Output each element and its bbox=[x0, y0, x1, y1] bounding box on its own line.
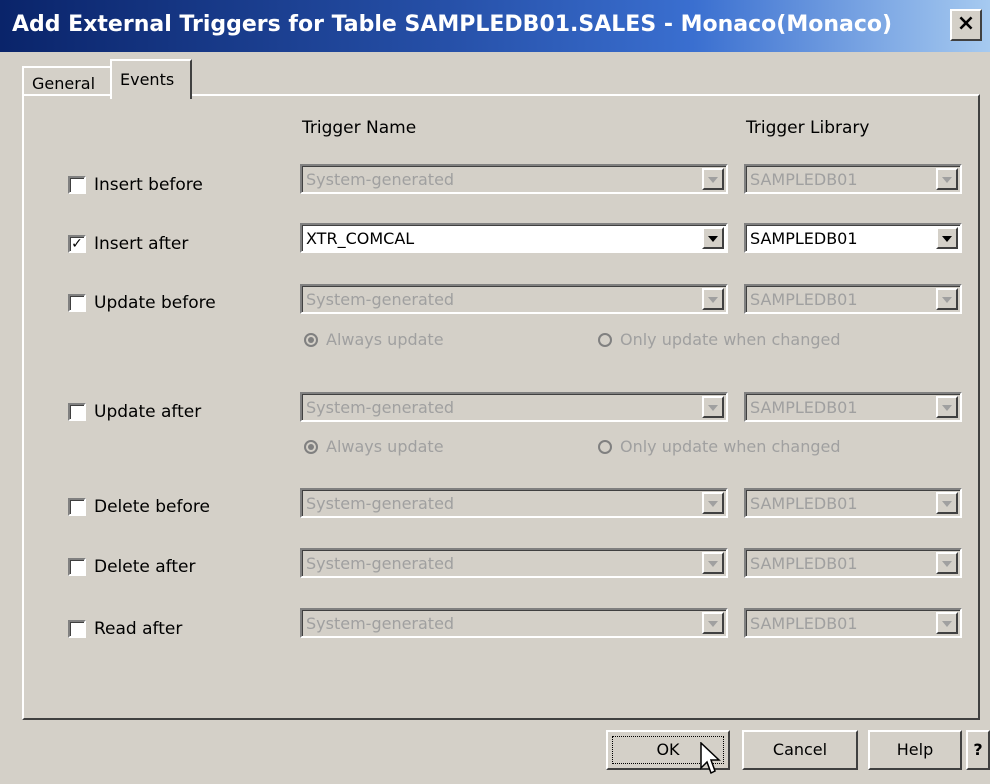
read-after-name-combo[interactable]: System-generated bbox=[300, 608, 728, 638]
chevron-down-icon[interactable] bbox=[702, 227, 724, 249]
update-before-library-value: SAMPLEDB01 bbox=[750, 290, 858, 309]
update-after-only-label: Only update when changed bbox=[620, 437, 841, 456]
insert-after-checkbox[interactable]: ✓ bbox=[68, 235, 86, 253]
update-before-only-label: Only update when changed bbox=[620, 330, 841, 349]
update-before-name-value: System-generated bbox=[306, 290, 455, 309]
context-help-button[interactable]: ? bbox=[966, 730, 990, 770]
delete-after-checkbox[interactable] bbox=[68, 558, 86, 576]
insert-before-label: Insert before bbox=[94, 175, 203, 195]
delete-after-library-value: SAMPLEDB01 bbox=[750, 554, 858, 573]
radio-unselected-icon[interactable] bbox=[598, 439, 612, 454]
update-after-library-combo[interactable]: SAMPLEDB01 bbox=[744, 392, 962, 422]
chevron-down-icon[interactable] bbox=[936, 168, 958, 190]
read-after-label: Read after bbox=[94, 619, 183, 639]
chevron-down-icon[interactable] bbox=[936, 288, 958, 310]
delete-before-checkbox[interactable] bbox=[68, 498, 86, 516]
insert-after-row[interactable]: ✓ Insert after bbox=[68, 233, 188, 255]
delete-before-name-combo[interactable]: System-generated bbox=[300, 488, 728, 518]
update-before-library-combo[interactable]: SAMPLEDB01 bbox=[744, 284, 962, 314]
insert-before-name-combo[interactable]: System-generated bbox=[300, 164, 728, 194]
insert-before-checkbox[interactable] bbox=[68, 176, 86, 194]
tab-general[interactable]: General bbox=[22, 66, 112, 96]
update-after-label: Update after bbox=[94, 402, 202, 422]
update-after-library-value: SAMPLEDB01 bbox=[750, 398, 858, 417]
insert-before-name-value: System-generated bbox=[306, 170, 455, 189]
update-before-row[interactable]: Update before bbox=[68, 292, 216, 314]
chevron-down-icon[interactable] bbox=[702, 396, 724, 418]
cancel-button[interactable]: Cancel bbox=[742, 730, 858, 770]
insert-before-library-value: SAMPLEDB01 bbox=[750, 170, 858, 189]
delete-after-label: Delete after bbox=[94, 557, 196, 577]
chevron-down-icon[interactable] bbox=[936, 612, 958, 634]
read-after-library-value: SAMPLEDB01 bbox=[750, 614, 858, 633]
trigger-library-header: Trigger Library bbox=[746, 118, 870, 138]
close-button[interactable]: × bbox=[950, 9, 982, 41]
delete-after-library-combo[interactable]: SAMPLEDB01 bbox=[744, 548, 962, 578]
insert-after-label: Insert after bbox=[94, 234, 189, 254]
insert-before-library-combo[interactable]: SAMPLEDB01 bbox=[744, 164, 962, 194]
chevron-down-icon[interactable] bbox=[936, 552, 958, 574]
insert-after-library-value: SAMPLEDB01 bbox=[750, 229, 858, 248]
update-after-always-radio[interactable]: Always update bbox=[304, 437, 444, 456]
read-after-library-combo[interactable]: SAMPLEDB01 bbox=[744, 608, 962, 638]
update-before-label: Update before bbox=[94, 293, 216, 313]
chevron-down-icon[interactable] bbox=[702, 552, 724, 574]
update-after-name-combo[interactable]: System-generated bbox=[300, 392, 728, 422]
delete-before-library-value: SAMPLEDB01 bbox=[750, 494, 858, 513]
radio-selected-icon[interactable] bbox=[304, 439, 318, 454]
update-before-only-radio[interactable]: Only update when changed bbox=[598, 330, 841, 349]
read-after-row[interactable]: Read after bbox=[68, 618, 182, 640]
title-bar: Add External Triggers for Table SAMPLEDB… bbox=[0, 0, 990, 52]
chevron-down-icon[interactable] bbox=[702, 492, 724, 514]
window-title: Add External Triggers for Table SAMPLEDB… bbox=[12, 12, 893, 37]
insert-before-row[interactable]: Insert before bbox=[68, 174, 203, 196]
tab-events[interactable]: Events bbox=[110, 59, 192, 99]
mouse-pointer-icon bbox=[700, 742, 721, 775]
delete-before-name-value: System-generated bbox=[306, 494, 455, 513]
read-after-checkbox[interactable] bbox=[68, 620, 86, 638]
insert-after-name-value: XTR_COMCAL bbox=[306, 229, 415, 248]
delete-before-library-combo[interactable]: SAMPLEDB01 bbox=[744, 488, 962, 518]
chevron-down-icon[interactable] bbox=[936, 396, 958, 418]
update-after-always-label: Always update bbox=[326, 437, 444, 456]
update-before-name-combo[interactable]: System-generated bbox=[300, 284, 728, 314]
chevron-down-icon[interactable] bbox=[702, 288, 724, 310]
delete-before-label: Delete before bbox=[94, 497, 210, 517]
chevron-down-icon[interactable] bbox=[936, 227, 958, 249]
update-after-only-radio[interactable]: Only update when changed bbox=[598, 437, 841, 456]
trigger-name-header: Trigger Name bbox=[302, 118, 417, 138]
delete-before-row[interactable]: Delete before bbox=[68, 496, 210, 518]
insert-after-library-combo[interactable]: SAMPLEDB01 bbox=[744, 223, 962, 253]
update-after-checkbox[interactable] bbox=[68, 403, 86, 421]
delete-after-row[interactable]: Delete after bbox=[68, 556, 195, 578]
update-before-always-radio[interactable]: Always update bbox=[304, 330, 444, 349]
update-after-row[interactable]: Update after bbox=[68, 401, 201, 423]
chevron-down-icon[interactable] bbox=[936, 492, 958, 514]
delete-after-name-value: System-generated bbox=[306, 554, 455, 573]
help-button[interactable]: Help bbox=[868, 730, 962, 770]
delete-after-name-combo[interactable]: System-generated bbox=[300, 548, 728, 578]
update-after-name-value: System-generated bbox=[306, 398, 455, 417]
radio-unselected-icon[interactable] bbox=[598, 332, 612, 347]
update-before-checkbox[interactable] bbox=[68, 294, 86, 312]
chevron-down-icon[interactable] bbox=[702, 168, 724, 190]
insert-after-name-combo[interactable]: XTR_COMCAL bbox=[300, 223, 728, 253]
update-before-always-label: Always update bbox=[326, 330, 444, 349]
chevron-down-icon[interactable] bbox=[702, 612, 724, 634]
radio-selected-icon[interactable] bbox=[304, 332, 318, 347]
read-after-name-value: System-generated bbox=[306, 614, 455, 633]
